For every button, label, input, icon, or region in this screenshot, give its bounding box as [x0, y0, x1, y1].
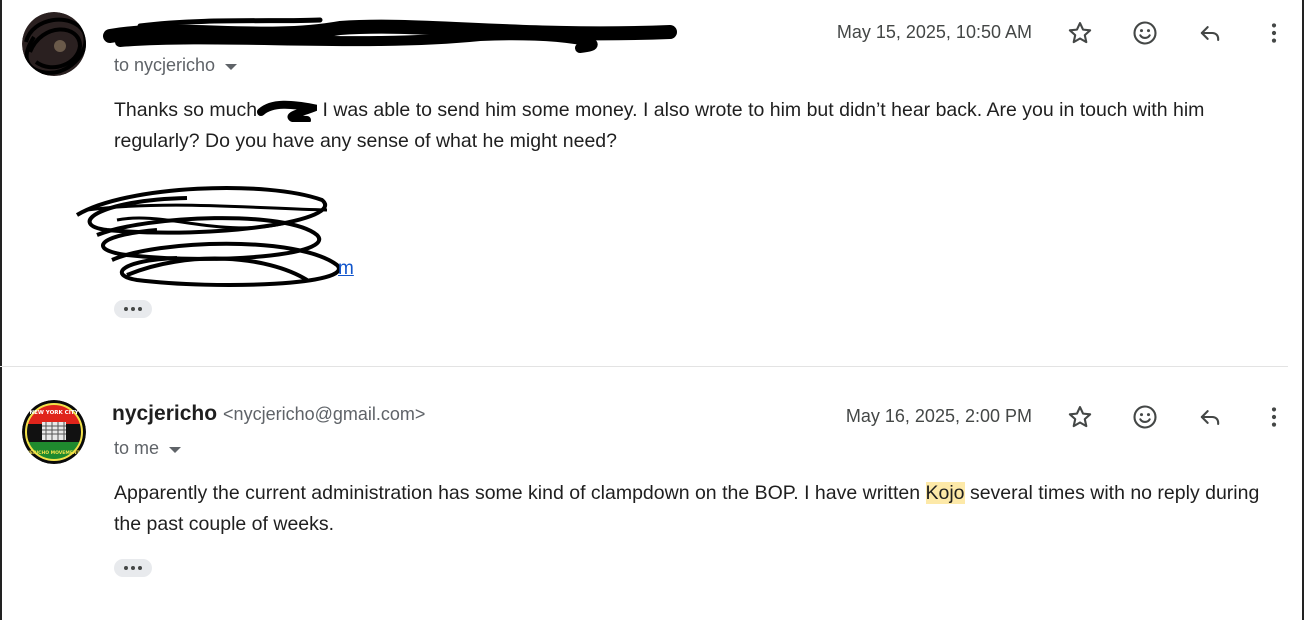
- signature-link[interactable]: m: [338, 258, 354, 280]
- body-text-start: Apparently the current administration ha…: [114, 482, 926, 504]
- message-body: Thanks so much I was able to send him so…: [114, 95, 1276, 157]
- sender-name[interactable]: nycjericho: [112, 402, 217, 426]
- star-button[interactable]: [1062, 399, 1098, 435]
- add-reaction-button[interactable]: [1127, 399, 1163, 435]
- email-message-2: NEW YORK CITY JERICHO MOVEMENT nycjerich…: [2, 368, 1302, 620]
- more-vert-icon: [1271, 407, 1277, 427]
- message-date: May 15, 2025, 10:50 AM: [836, 22, 1032, 42]
- reply-button[interactable]: [1192, 399, 1228, 435]
- reply-icon: [1200, 26, 1220, 42]
- message-divider: [0, 366, 1288, 367]
- sender-line: nycjericho <nycjericho@gmail.com>: [112, 402, 425, 430]
- dot: [124, 566, 128, 570]
- caret-down-icon: [169, 446, 182, 453]
- avatar-nycjericho[interactable]: NEW YORK CITY JERICHO MOVEMENT: [22, 400, 86, 464]
- message-body: Apparently the current administration ha…: [114, 478, 1276, 540]
- dot: [124, 307, 128, 311]
- sender-email: <nycjericho@gmail.com>: [223, 404, 426, 424]
- recipient-label: to me: [114, 438, 160, 458]
- show-trimmed-content-button[interactable]: [114, 300, 152, 318]
- more-options-button[interactable]: [1256, 15, 1292, 51]
- caret-down-icon: [225, 63, 238, 70]
- star-icon: [1068, 22, 1092, 44]
- dot: [131, 307, 135, 311]
- avatar-text-top: NEW YORK CITY: [29, 410, 79, 416]
- avatar-text-bottom: JERICHO MOVEMENT: [27, 450, 80, 456]
- more-vert-icon: [1271, 23, 1277, 43]
- recipient-toggle[interactable]: to nycjericho: [114, 55, 238, 76]
- recipient-toggle[interactable]: to me: [114, 438, 182, 459]
- emoji-icon: [1133, 405, 1157, 429]
- dot: [138, 307, 142, 311]
- redacted-signature-scribble: [75, 186, 341, 287]
- email-message-1: to nycjericho May 15, 2025, 10:50 AM Tha…: [2, 0, 1302, 368]
- star-button[interactable]: [1062, 15, 1098, 51]
- reply-button[interactable]: [1192, 15, 1228, 51]
- star-icon: [1068, 406, 1092, 428]
- body-text-start: Thanks so much: [114, 99, 258, 121]
- search-highlight: Kojo: [925, 482, 965, 504]
- emoji-icon: [1133, 21, 1157, 45]
- message-date: May 16, 2025, 2:00 PM: [845, 406, 1032, 426]
- redaction-scribble: [257, 100, 318, 122]
- more-options-button[interactable]: [1256, 399, 1292, 435]
- dot: [131, 566, 135, 570]
- show-trimmed-content-button[interactable]: [114, 559, 152, 577]
- add-reaction-button[interactable]: [1127, 15, 1163, 51]
- dot: [138, 566, 142, 570]
- recipient-label: to nycjericho: [114, 55, 216, 75]
- avatar-redacted[interactable]: [22, 12, 86, 76]
- redacted-sender-scribble: [103, 17, 677, 53]
- reply-icon: [1200, 410, 1220, 426]
